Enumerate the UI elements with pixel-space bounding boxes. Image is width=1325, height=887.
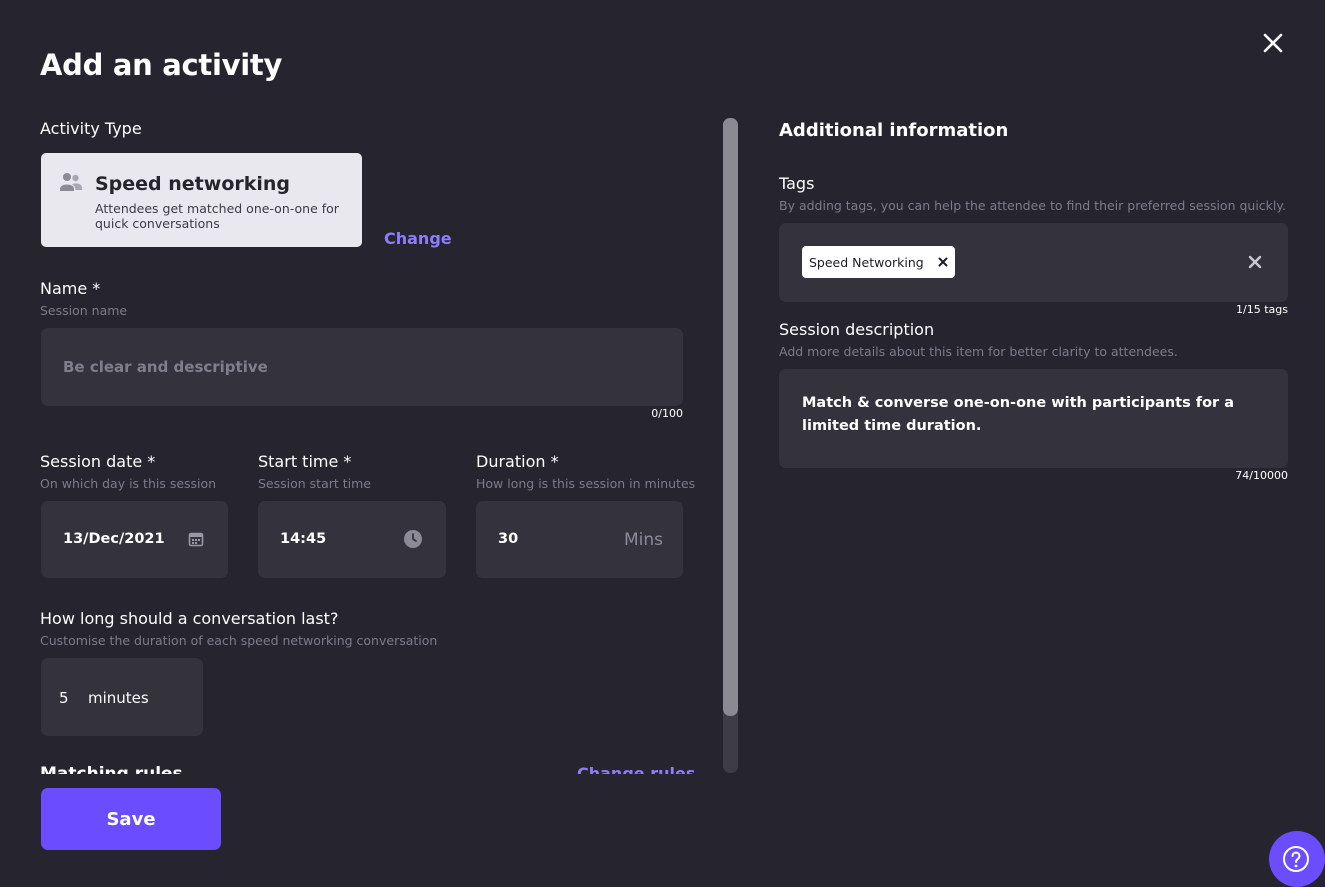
help-icon [1283, 846, 1309, 872]
tag-chip: Speed Networking [802, 246, 955, 278]
activity-type-card[interactable]: Speed networking Attendees get matched o… [41, 153, 362, 247]
close-icon [1263, 33, 1283, 53]
conversation-unit: minutes [88, 689, 149, 707]
clear-tags-icon[interactable] [1248, 255, 1262, 269]
start-time-hint: Session start time [258, 476, 371, 491]
name-input[interactable]: Be clear and descriptive [41, 328, 683, 406]
duration-unit: Mins [624, 530, 664, 550]
save-button[interactable]: Save [41, 788, 221, 850]
tags-counter: 1/15 tags [1236, 303, 1288, 316]
tag-chip-label: Speed Networking [809, 254, 924, 270]
matching-rules-label: Matching rules [40, 764, 183, 774]
description-label: Session description [779, 320, 935, 339]
start-time-value: 14:45 [280, 531, 327, 547]
description-hint: Add more details about this item for bet… [779, 344, 1178, 359]
session-date-input[interactable]: 13/Dec/2021 [41, 501, 228, 578]
name-counter: 0/100 [651, 407, 683, 420]
duration-label: Duration * [476, 452, 559, 471]
tags-hint: By adding tags, you can help the attende… [779, 198, 1286, 213]
duration-hint: How long is this session in minutes [476, 476, 696, 491]
session-date-label: Session date * [40, 452, 156, 471]
start-time-label: Start time * [258, 452, 352, 471]
additional-info-title: Additional information [779, 120, 1009, 141]
close-button[interactable] [1257, 27, 1289, 59]
help-button[interactable] [1269, 831, 1325, 887]
duration-input[interactable]: 30 Mins [476, 501, 683, 578]
session-date-value: 13/Dec/2021 [63, 531, 165, 547]
activity-type-name: Speed networking [95, 173, 291, 195]
start-time-input[interactable]: 14:45 [258, 501, 446, 578]
change-rules-link[interactable]: Change rules [577, 764, 695, 774]
conversation-label: How long should a conversation last? [40, 609, 339, 628]
calendar-icon[interactable] [188, 531, 204, 547]
clock-icon[interactable] [403, 529, 423, 549]
matching-rules-row: Matching rules Change rules [40, 760, 700, 774]
description-counter: 74/10000 [1235, 469, 1288, 482]
session-date-hint: On which day is this session [40, 476, 217, 491]
name-label: Name * [40, 279, 101, 298]
scrollbar-thumb[interactable] [723, 118, 738, 716]
conversation-input[interactable]: 5 minutes [41, 658, 203, 736]
people-icon [60, 173, 82, 191]
duration-value: 30 [498, 531, 519, 547]
conversation-hint: Customise the duration of each speed net… [40, 633, 438, 648]
conversation-value: 5 [59, 689, 69, 707]
tags-label: Tags [779, 174, 815, 193]
description-value: Match & converse one-on-one with partici… [802, 395, 1235, 434]
change-activity-link[interactable]: Change [384, 229, 452, 248]
activity-type-description: Attendees get matched one-on-one for qui… [95, 201, 339, 231]
remove-tag-icon[interactable] [938, 257, 948, 267]
name-placeholder: Be clear and descriptive [63, 358, 268, 376]
activity-type-label: Activity Type [40, 119, 142, 138]
dialog-title: Add an activity [40, 48, 283, 82]
description-input[interactable]: Match & converse one-on-one with partici… [779, 369, 1288, 468]
name-hint: Session name [40, 303, 128, 318]
